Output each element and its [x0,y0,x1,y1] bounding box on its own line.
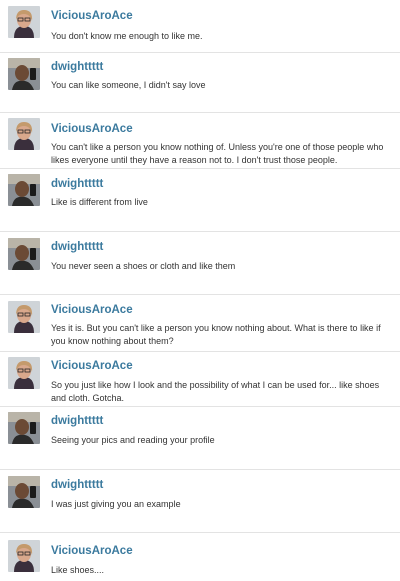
message-item: ViciousAroAce You don't know me enough t… [0,0,400,52]
username[interactable]: dwighttttt [51,178,103,190]
man-selfie-avatar[interactable] [8,58,40,90]
woman-glasses-avatar[interactable] [8,301,40,333]
message-text: You can like someone, I didn't say love [51,80,206,90]
message-text: Like shoes.... [51,565,105,575]
username[interactable]: ViciousAroAce [51,360,133,372]
message-item: dwighttttt You can like someone, I didn'… [0,52,400,112]
username[interactable]: ViciousAroAce [51,545,133,557]
username[interactable]: ViciousAroAce [51,10,133,22]
woman-glasses-avatar[interactable] [8,118,40,150]
message-item: dwighttttt Like is different from live [0,168,400,231]
woman-glasses-avatar[interactable] [8,357,40,389]
message-text: I was just giving you an example [51,499,181,509]
message-thread: ViciousAroAce You don't know me enough t… [0,0,400,581]
message-text: Yes it is. But you can't like a person y… [51,323,381,346]
message-text: You never seen a shoes or cloth and like… [51,261,236,271]
message-item: ViciousAroAce Yes it is. But you can't l… [0,294,400,351]
message-text: You can't like a person you know nothing… [51,142,384,165]
username[interactable]: dwighttttt [51,61,103,73]
username[interactable]: ViciousAroAce [51,304,133,316]
message-text: So you just like how I look and the poss… [51,380,380,403]
username[interactable]: dwighttttt [51,241,103,253]
man-selfie-avatar[interactable] [8,476,40,508]
username[interactable]: dwighttttt [51,415,103,427]
message-text: Seeing your pics and reading your profil… [51,435,215,445]
man-selfie-avatar[interactable] [8,412,40,444]
message-item: dwighttttt I was just giving you an exam… [0,469,400,532]
message-text: Like is different from live [51,197,148,207]
message-item: ViciousAroAce You can't like a person yo… [0,112,400,168]
message-text: You don't know me enough to like me. [51,31,203,41]
message-item: ViciousAroAce Like shoes.... [0,532,400,581]
message-item: dwighttttt You never seen a shoes or clo… [0,231,400,294]
username[interactable]: ViciousAroAce [51,123,133,135]
woman-glasses-avatar[interactable] [8,6,40,38]
man-selfie-avatar[interactable] [8,238,40,270]
message-item: dwighttttt Seeing your pics and reading … [0,406,400,469]
woman-glasses-avatar[interactable] [8,540,40,572]
message-item: ViciousAroAce So you just like how I loo… [0,351,400,406]
man-selfie-avatar[interactable] [8,174,40,206]
username[interactable]: dwighttttt [51,479,103,491]
